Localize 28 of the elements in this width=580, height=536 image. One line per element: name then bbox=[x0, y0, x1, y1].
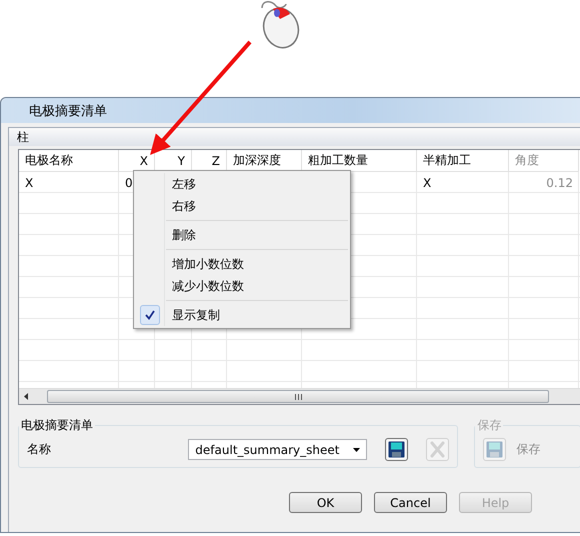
dropdown-caret-icon bbox=[353, 448, 360, 452]
table-cell-text: 0 bbox=[124, 174, 134, 192]
menu-item[interactable]: 右移 bbox=[136, 195, 348, 217]
column-header[interactable]: X bbox=[119, 150, 155, 172]
cross-icon bbox=[429, 441, 446, 458]
dialog-button[interactable]: Cancel bbox=[374, 492, 447, 513]
group-title: 电极摘要清单 bbox=[20, 417, 94, 434]
menu-item[interactable]: 减少小数位数 bbox=[136, 275, 348, 297]
dialog-button[interactable]: OK bbox=[289, 492, 362, 513]
column-header[interactable]: 电极名称 bbox=[19, 150, 119, 172]
table-cell-text: 0.12 bbox=[545, 174, 574, 192]
save-sheet-button[interactable] bbox=[385, 438, 408, 461]
horizontal-scrollbar[interactable] bbox=[19, 388, 580, 404]
menu-item[interactable]: 删除 bbox=[136, 224, 348, 246]
column-header[interactable]: 半精加工 bbox=[417, 150, 509, 172]
save-label: 保存 bbox=[516, 441, 540, 458]
name-dropdown[interactable]: default_summary_sheet bbox=[188, 439, 368, 460]
menu-item[interactable]: 左移 bbox=[136, 173, 348, 195]
menu-item[interactable]: 增加小数位数 bbox=[136, 253, 348, 275]
scroll-thumb[interactable] bbox=[47, 390, 549, 403]
menu-item[interactable]: 显示复制 bbox=[136, 304, 348, 326]
table-cell-text: X bbox=[422, 174, 432, 192]
group-title: 保存 bbox=[476, 417, 502, 434]
name-label: 名称 bbox=[27, 441, 51, 458]
group-title: 柱 bbox=[17, 128, 29, 146]
window-title: 电极摘要清单 bbox=[29, 102, 107, 120]
scroll-left-icon[interactable] bbox=[24, 393, 29, 400]
table-cell-text: X bbox=[24, 174, 34, 192]
